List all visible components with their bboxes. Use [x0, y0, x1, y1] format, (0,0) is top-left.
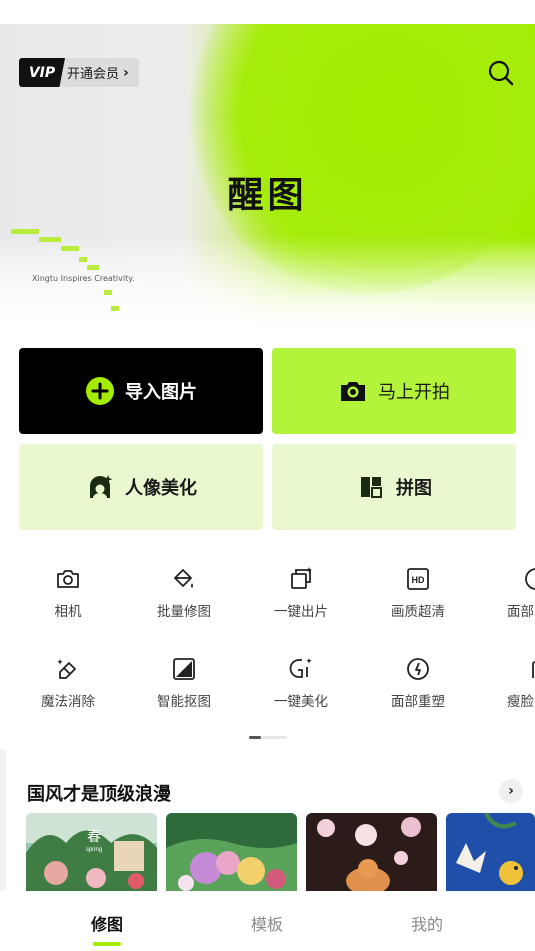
template-thumbnail-4[interactable]	[446, 813, 535, 893]
tool-batch-edit[interactable]: 批量修图	[134, 566, 234, 636]
decor-bar	[79, 257, 87, 262]
tool-magic-erase[interactable]: 魔法消除	[18, 656, 118, 726]
thumbnail-image	[166, 813, 297, 893]
section-title: 国风才是顶级浪漫	[27, 784, 171, 805]
vip-cta: 开通会员 ›	[59, 58, 139, 87]
search-icon[interactable]	[487, 59, 515, 87]
svg-text:HD: HD	[412, 575, 425, 585]
collage-button[interactable]: 拼图	[272, 444, 516, 530]
tool-label: 面部	[507, 604, 534, 620]
cutout-icon	[173, 658, 195, 680]
portrait-icon	[90, 475, 113, 498]
thumbnail-image: 春 spring	[26, 813, 157, 893]
tool-label: 一键美化	[274, 694, 328, 710]
thumbnail-image	[306, 813, 437, 893]
tool-face-reshape[interactable]: 面部重塑	[368, 656, 468, 726]
decor-bar	[39, 237, 61, 242]
tool-label: 瘦脸	[507, 694, 534, 710]
tool-label: 批量修图	[157, 604, 211, 620]
tool-camera[interactable]: 相机	[18, 566, 118, 636]
hero-slogan: Xingtu Inspires Creativity.	[32, 274, 135, 283]
hero-banner: VIP 开通会员 › 醒图 Xingtu Inspires Creativity…	[0, 24, 535, 334]
active-tab-indicator	[93, 942, 121, 946]
thumbnail-image	[446, 813, 535, 893]
tab-edit[interactable]: 修图	[67, 911, 147, 935]
shoot-label: 马上开拍	[378, 382, 450, 403]
camera-icon	[341, 382, 365, 401]
chevron-right-icon: ›	[123, 64, 129, 81]
tool-label: 智能抠图	[157, 694, 211, 710]
tool-slim-face[interactable]: 瘦脸	[485, 656, 535, 726]
tab-mine[interactable]: 我的	[387, 911, 467, 935]
tab-templates[interactable]: 模板	[227, 911, 307, 935]
thumbnail-text: 春	[87, 829, 101, 845]
decor-bar	[87, 265, 99, 270]
tool-label: 一键出片	[274, 604, 328, 620]
import-label: 导入图片	[125, 382, 197, 403]
chevron-right-icon: ›	[508, 783, 514, 799]
section-more-button[interactable]: ›	[499, 779, 523, 803]
thumbnail-subtext: spring	[86, 847, 102, 853]
tool-one-click[interactable]: 一键出片	[251, 566, 351, 636]
tool-one-click-beautify[interactable]: 一键美化	[251, 656, 351, 726]
portrait-beautify-button[interactable]: 人像美化	[19, 444, 263, 530]
shoot-button[interactable]: 马上开拍	[272, 348, 516, 434]
photo-stack-icon	[291, 567, 312, 589]
tool-face[interactable]: 面部	[485, 566, 535, 636]
decor-bar	[104, 290, 112, 295]
tool-label: 画质超清	[391, 604, 445, 620]
hand-icon	[532, 661, 535, 678]
vip-badge: VIP	[19, 58, 65, 87]
tool-label: 相机	[54, 604, 82, 620]
hd-icon: HD	[407, 568, 429, 590]
bottom-tab-bar: 修图 模板 我的	[0, 891, 535, 951]
tool-smart-cutout[interactable]: 智能抠图	[134, 656, 234, 726]
template-thumbnail-3[interactable]	[306, 813, 437, 893]
vip-button[interactable]: VIP 开通会员 ›	[19, 58, 139, 87]
camera-outline-icon	[57, 570, 79, 588]
portrait-label: 人像美化	[125, 478, 197, 499]
tool-label: 魔法消除	[41, 694, 95, 710]
tool-label: 面部重塑	[391, 694, 445, 710]
tool-hd[interactable]: HD 画质超清	[368, 566, 468, 636]
paint-bucket-icon	[174, 569, 193, 588]
collage-label: 拼图	[396, 478, 432, 499]
decor-bar	[11, 229, 39, 234]
page-indicator-active	[249, 736, 261, 739]
face-icon	[525, 568, 535, 590]
template-thumbnail-2[interactable]	[166, 813, 297, 893]
vip-cta-label: 开通会员	[67, 67, 120, 82]
collage-icon	[361, 477, 382, 498]
eraser-icon	[57, 659, 76, 679]
template-thumbnail-1[interactable]: 春 spring	[26, 813, 157, 893]
decor-bar	[61, 246, 79, 251]
beautify-icon	[289, 658, 312, 678]
status-bar	[0, 0, 535, 24]
page-indicator	[249, 736, 287, 739]
face-reshape-icon	[407, 658, 429, 680]
plus-circle-icon	[86, 377, 114, 405]
app-title: 醒图	[227, 175, 308, 216]
decor-bar	[111, 306, 119, 311]
left-edge	[0, 750, 6, 890]
import-photo-button[interactable]: 导入图片	[19, 348, 263, 434]
